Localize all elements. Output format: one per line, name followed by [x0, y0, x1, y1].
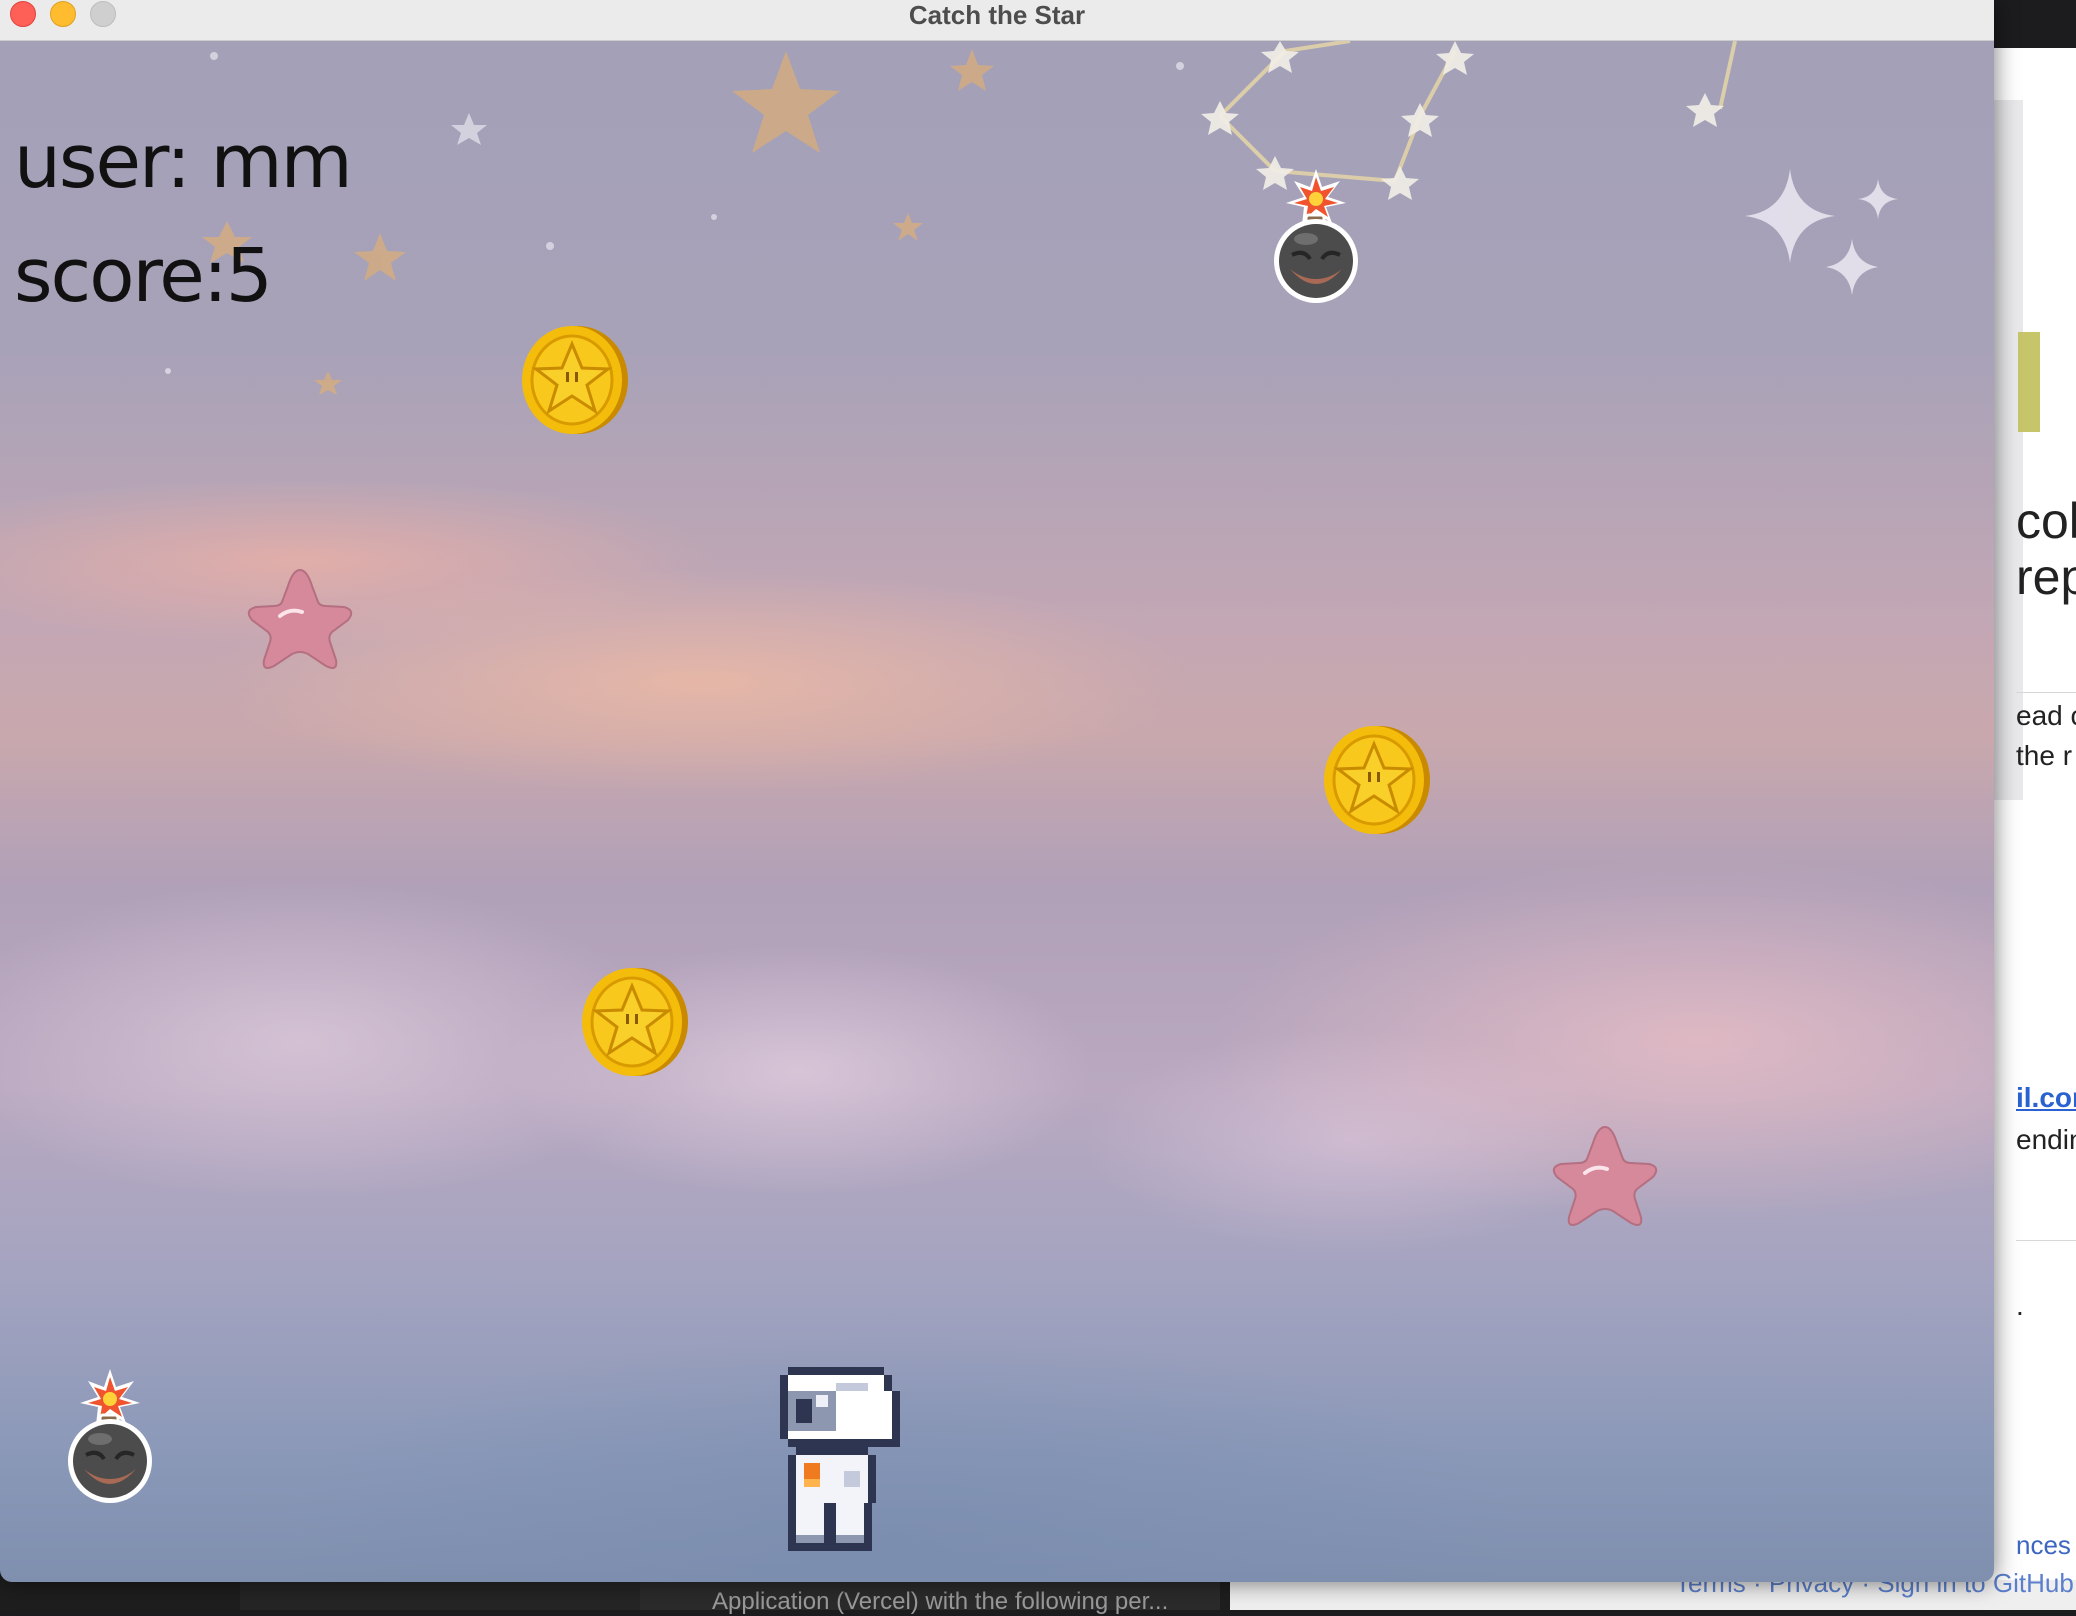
- decor-star-icon: [732, 51, 840, 153]
- background-link[interactable]: il.cor: [2016, 1082, 2076, 1114]
- decor-star-icon: [893, 213, 923, 241]
- background-text-fragment: ead c: [2016, 700, 2076, 731]
- game-window: Catch the Star user: mm score:5: [0, 0, 1994, 1582]
- coin-star-icon: [582, 968, 688, 1076]
- background-yellow-block: [2018, 332, 2040, 432]
- coin-star-icon: [1324, 726, 1430, 834]
- sparkle-icon: [1858, 179, 1898, 219]
- background-text-fragment: rep: [2016, 549, 2076, 605]
- title-bar[interactable]: Catch the Star: [0, 0, 1994, 41]
- background-text-fragment: the r: [2016, 740, 2073, 771]
- background-terminal-pane: [240, 1580, 640, 1610]
- background-panel: [1993, 100, 2023, 800]
- coin-star-icon: [522, 326, 628, 434]
- sparkle-icon: [1826, 239, 1878, 295]
- window-title: Catch the Star: [908, 0, 1086, 30]
- user-label: user: mm: [14, 119, 353, 205]
- decor-star-icon: [451, 113, 487, 145]
- sparkle-icon: [1745, 169, 1835, 263]
- decor-star-icon: [354, 233, 406, 281]
- background-divider: [2016, 692, 2076, 693]
- game-canvas[interactable]: user: mm score:5: [0, 41, 1994, 1582]
- background-text-fragment: .: [2016, 1290, 2024, 1321]
- pink-star-icon: [247, 568, 353, 669]
- background-text-fragment: endin: [2016, 1124, 2076, 1155]
- bomb-icon: [68, 1369, 152, 1503]
- background-terminal-text: Application (Vercel) with the following …: [712, 1588, 1169, 1615]
- score-label: score:5: [14, 233, 273, 319]
- background-divider: [2016, 1240, 2076, 1241]
- background-link[interactable]: nces: [2016, 1530, 2071, 1561]
- decor-star-icon: [950, 49, 994, 91]
- background-text-fragment: coll: [2016, 493, 2076, 549]
- pink-star-icon: [1552, 1125, 1658, 1226]
- decor-star-icon: [314, 371, 342, 395]
- astronaut-icon[interactable]: [772, 1359, 928, 1567]
- bomb-icon: [1274, 169, 1358, 303]
- sky-decoration: [165, 41, 1898, 395]
